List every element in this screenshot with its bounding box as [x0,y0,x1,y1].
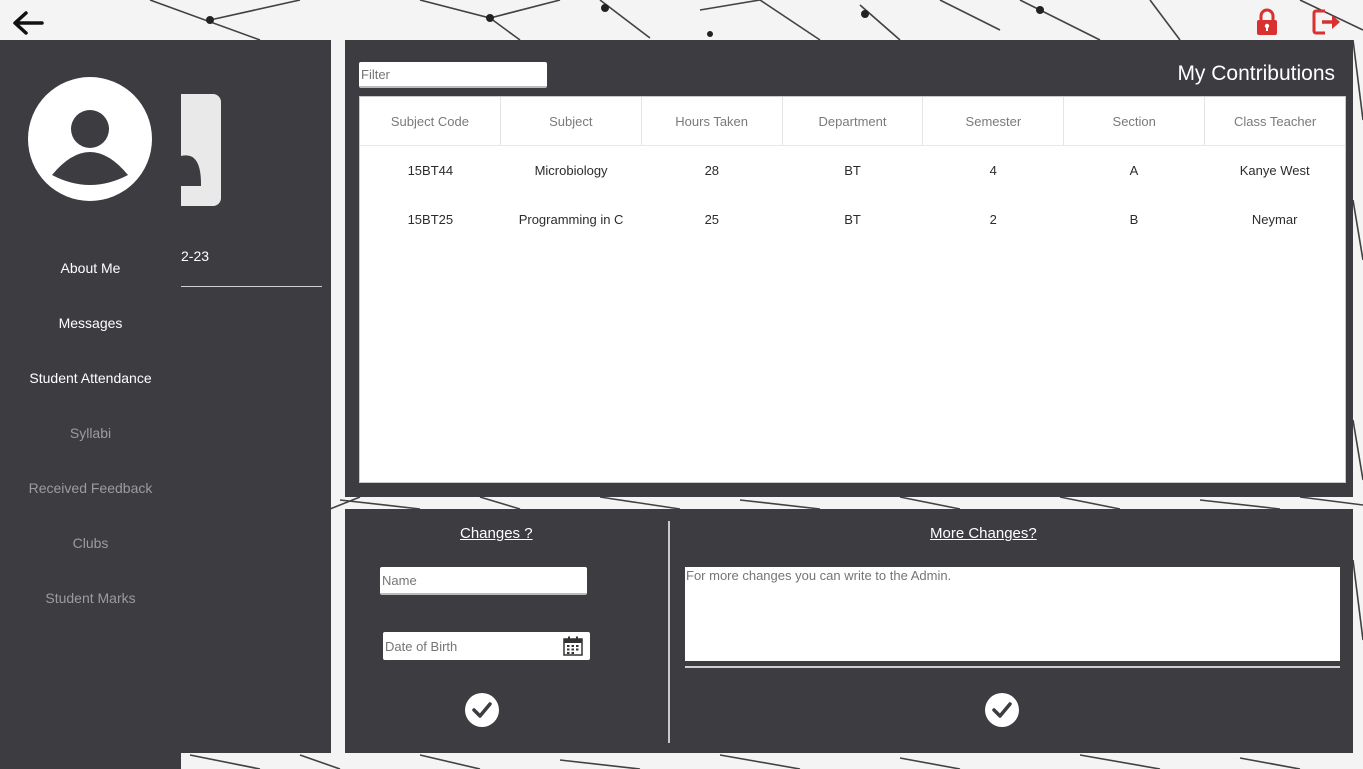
date-of-birth-field[interactable] [383,632,590,660]
back-button[interactable] [10,8,46,38]
table-cell: Programming in C [518,212,624,227]
table-cell: 15BT44 [407,163,454,178]
table-cell: A [1129,163,1139,178]
section-divider [668,521,670,743]
arrow-left-icon [13,11,44,35]
table-cell: BT [844,212,861,227]
filter-input[interactable] [359,62,547,88]
table-cell: BT [844,163,861,178]
user-avatar-icon [28,77,152,201]
profile-panel: 2-23 [181,40,331,753]
column-header[interactable]: Class Teacher [1205,97,1345,145]
name-input[interactable] [380,567,587,595]
profile-text: 2-23 [181,248,210,264]
submit-changes-button[interactable] [465,693,499,727]
logout-icon [1312,9,1340,35]
profile-card [181,94,221,206]
page-title: My Contributions [1177,62,1335,85]
changes-panel: Changes ? More Changes? [345,509,1353,753]
submit-message-button[interactable] [985,693,1019,727]
calendar-icon[interactable] [563,636,583,656]
table-cell: Microbiology [534,163,608,178]
navigation-drawer: About Me Messages Student Attendance Syl… [0,40,181,769]
table-cell: 28 [704,163,720,178]
table-cell: B [1129,212,1139,227]
table-header: Subject Code Subject Hours Taken Departm… [360,97,1345,146]
table-cell: 15BT25 [407,212,454,227]
changes-heading[interactable]: Changes ? [460,525,533,542]
table-cell: Kanye West [1239,163,1310,178]
table-row[interactable]: 15BT25 Programming in C 25 BT 2 B Neymar [360,195,1345,244]
logout-button[interactable] [1312,8,1342,36]
column-header[interactable]: Subject Code [360,97,501,145]
lock-icon [1257,8,1277,35]
column-header[interactable]: Semester [923,97,1065,145]
nav-item-clubs[interactable]: Clubs [0,535,181,551]
column-header[interactable]: Department [783,97,924,145]
nav-item-student-attendance[interactable]: Student Attendance [0,370,181,386]
nav-item-student-marks[interactable]: Student Marks [0,590,181,606]
nav-item-syllabi[interactable]: Syllabi [0,425,181,441]
lock-button[interactable] [1254,8,1280,36]
column-header[interactable]: Section [1064,97,1206,145]
admin-message-input[interactable] [685,567,1340,661]
nav-item-about-me[interactable]: About Me [0,260,181,276]
table-cell: Neymar [1251,212,1298,227]
more-changes-heading[interactable]: More Changes? [930,525,1037,542]
nav-item-received-feedback[interactable]: Received Feedback [0,480,181,496]
contributions-table: Subject Code Subject Hours Taken Departm… [359,96,1346,483]
nav-item-messages[interactable]: Messages [0,315,181,331]
column-header[interactable]: Subject [501,97,642,145]
table-cell: 25 [704,212,720,227]
table-row[interactable]: 15BT44 Microbiology 28 BT 4 A Kanye West [360,146,1345,195]
message-underline [685,666,1340,668]
date-of-birth-input[interactable] [383,632,553,660]
contributions-panel: My Contributions Subject Code Subject Ho… [345,40,1353,497]
table-cell: 4 [989,163,997,178]
table-cell: 2 [989,212,997,227]
column-header[interactable]: Hours Taken [642,97,783,145]
profile-divider [181,286,322,287]
